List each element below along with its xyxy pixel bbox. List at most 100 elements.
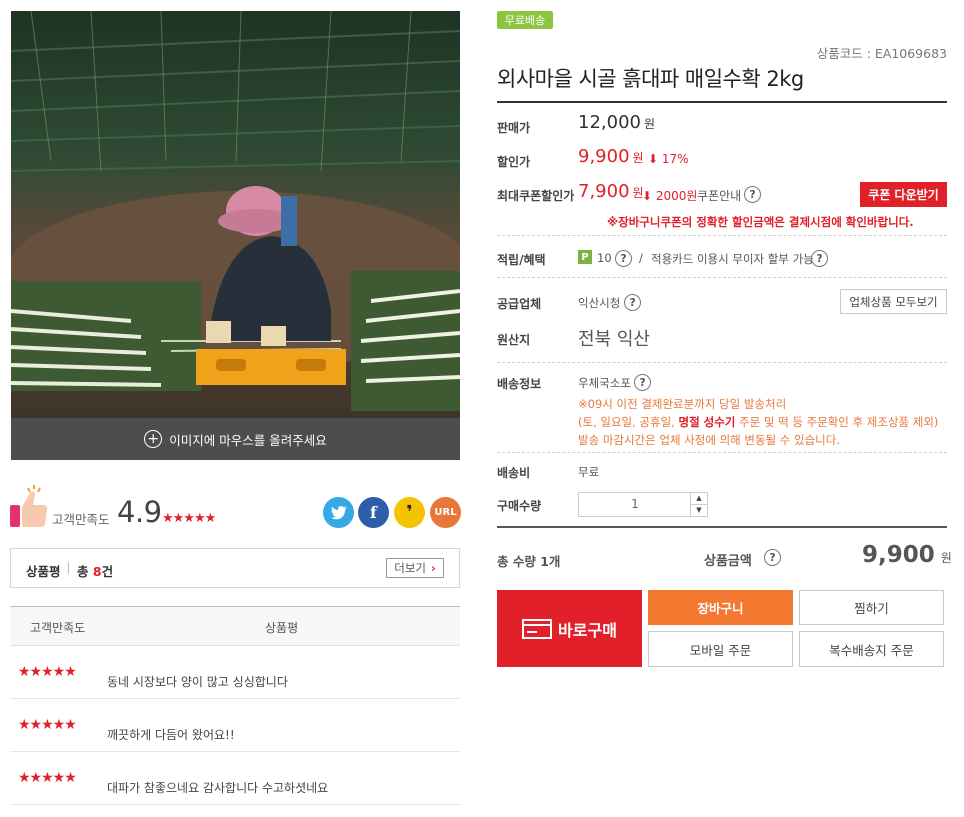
product-code: 상품코드 : EA1069683 — [816, 46, 947, 61]
total-quantity: 총 수량 1개 — [497, 554, 561, 569]
divider — [497, 235, 947, 236]
rating-label: 고객만족도 — [52, 512, 110, 527]
quantity-label: 구매수량 — [497, 499, 542, 513]
shipping-note-part: 주문 및 떡 등 주문확인 후 제조상품 제외) — [735, 415, 939, 429]
rating-stars: ★★★★★ — [162, 511, 216, 526]
title-divider — [497, 101, 947, 103]
thumbs-up-icon — [10, 485, 50, 529]
coupon-download-button[interactable]: 쿠폰 다운받기 — [860, 182, 947, 207]
coupon-discount-amount: 2000원 — [655, 189, 698, 203]
quantity-input[interactable]: 1 — [579, 493, 691, 516]
coupon-price: 7,900 원 — [578, 181, 644, 202]
more-label: 더보기 — [394, 561, 426, 575]
mobile-order-button[interactable]: 모바일 주문 — [648, 631, 793, 667]
review-count-suffix: 건 — [101, 564, 114, 579]
reviews-more-button[interactable]: 더보기 › — [386, 558, 444, 578]
help-icon[interactable]: ? — [624, 294, 641, 311]
kakaostory-share-button[interactable]: ❜ — [394, 497, 425, 528]
coupon-price-value: 7,900 — [578, 181, 630, 202]
kakaostory-icon: ❜ — [406, 502, 413, 523]
rating-value: 4.9 — [117, 495, 162, 529]
review-count-prefix: 총 — [77, 564, 89, 579]
coupon-note: ※장바구니쿠폰의 정확한 할인금액은 결제시점에 확인바랍니다. — [607, 215, 914, 229]
twitter-icon — [330, 505, 347, 519]
currency-unit: 원 — [632, 151, 644, 165]
coupon-guide-label: 쿠폰안내 — [697, 189, 742, 203]
column-rating: 고객만족도 — [30, 621, 86, 635]
currency-unit: 원 — [643, 117, 656, 131]
sale-price: 9,900 원 — [578, 146, 644, 167]
supplier-label: 공급업체 — [497, 297, 542, 311]
buy-now-button[interactable]: 바로구매 — [497, 590, 642, 667]
arrow-down-icon: ⬇ — [642, 189, 653, 203]
review-count-number: 8 — [92, 564, 102, 579]
quantity-up-icon[interactable]: ▲ — [691, 493, 707, 505]
review-divider — [68, 562, 69, 574]
free-shipping-badge: 무료배송 — [497, 11, 553, 29]
shipping-note: ※09시 이전 결제완료분까지 당일 발송처리 — [578, 397, 787, 411]
shipping-note-part: (토, 일요일, 공휴일, — [578, 415, 679, 429]
divider — [497, 362, 947, 363]
column-review: 상품평 — [265, 621, 299, 635]
help-icon[interactable]: ? — [764, 549, 781, 566]
total-label: 상품금액 — [704, 554, 752, 569]
shipping-note: (토, 일요일, 공휴일, 명절 성수기 주문 및 떡 등 주문확인 후 제조상… — [578, 414, 938, 430]
review-stars: ★★★★★ — [18, 664, 77, 680]
review-count: 총 8건 — [77, 561, 113, 580]
help-icon[interactable]: ? — [634, 374, 651, 391]
coupon-discount: ⬇ 2000원 — [642, 187, 697, 204]
shipping-fee: 무료 — [578, 465, 600, 479]
shipping-note: 발송 마감시간은 업체 사정에 의해 변동될 수 있습니다. — [578, 433, 841, 447]
sale-price-label: 할인가 — [497, 155, 531, 169]
help-icon[interactable]: ? — [744, 186, 761, 203]
shipping-label: 배송정보 — [497, 377, 542, 391]
add-to-cart-button[interactable]: 장바구니 — [648, 590, 793, 625]
origin-label: 원산지 — [497, 333, 531, 347]
url-copy-button[interactable]: URL — [430, 497, 461, 528]
supplier-name: 익산시청 — [578, 296, 621, 310]
sale-price-value: 9,900 — [578, 146, 630, 167]
product-title: 외사마을 시골 흙대파 매일수확 2kg — [497, 67, 804, 91]
help-icon[interactable]: ? — [811, 250, 828, 267]
total-amount: 9,900 원 — [862, 542, 952, 568]
original-price-value: 12,000 — [578, 112, 641, 133]
table-row[interactable] — [10, 699, 460, 752]
review-stars: ★★★★★ — [18, 770, 77, 786]
points-value: 10 — [597, 251, 612, 265]
arrow-down-icon: ⬇ — [648, 152, 659, 166]
review-stars: ★★★★★ — [18, 717, 77, 733]
divider — [497, 277, 947, 278]
review-text[interactable]: 깨끗하게 다듬어 왔어요!! — [107, 726, 235, 743]
zoom-plus-icon: + — [144, 430, 163, 448]
original-price: 12,000 원 — [578, 112, 655, 133]
image-hover-hint: + 이미지에 마우스를 올려주세요 — [11, 418, 460, 460]
total-divider — [497, 526, 947, 528]
review-text[interactable]: 동네 시장보다 양이 많고 싱싱합니다 — [107, 673, 288, 690]
shipping-fee-label: 배송비 — [497, 466, 531, 480]
hover-hint-text: 이미지에 마우스를 올려주세요 — [169, 432, 327, 448]
quantity-down-icon[interactable]: ▼ — [691, 505, 707, 517]
review-text[interactable]: 대파가 참좋으네요 감사합니다 수고하셧네요 — [107, 779, 328, 796]
facebook-share-button[interactable]: f — [358, 497, 389, 528]
supplier-products-button[interactable]: 업체상품 모두보기 — [840, 289, 947, 314]
price-label: 판매가 — [497, 121, 531, 135]
sale-discount-percent: 17% — [661, 152, 689, 166]
wishlist-button[interactable]: 찜하기 — [799, 590, 944, 625]
coupon-price-label: 최대쿠폰할인가 — [497, 189, 575, 203]
chevron-right-icon: › — [431, 561, 436, 575]
card-icon — [522, 618, 553, 639]
sale-discount: ⬇ 17% — [648, 152, 689, 166]
product-image[interactable] — [11, 11, 460, 418]
points-separator: / — [639, 251, 643, 265]
shipping-note-highlight: 명절 성수기 — [678, 415, 736, 429]
total-amount-value: 9,900 — [862, 542, 935, 568]
review-title: 상품평 — [26, 564, 61, 579]
quantity-stepper[interactable]: 1 ▲ ▼ — [578, 492, 708, 517]
help-icon[interactable]: ? — [615, 250, 632, 267]
quantity-buttons: ▲ ▼ — [690, 493, 707, 516]
shipping-method: 우체국소포 — [578, 376, 631, 390]
origin-value: 전북 익산 — [578, 329, 650, 350]
twitter-share-button[interactable] — [323, 497, 354, 528]
multi-address-order-button[interactable]: 복수배송지 주문 — [799, 631, 944, 667]
divider — [497, 452, 947, 453]
